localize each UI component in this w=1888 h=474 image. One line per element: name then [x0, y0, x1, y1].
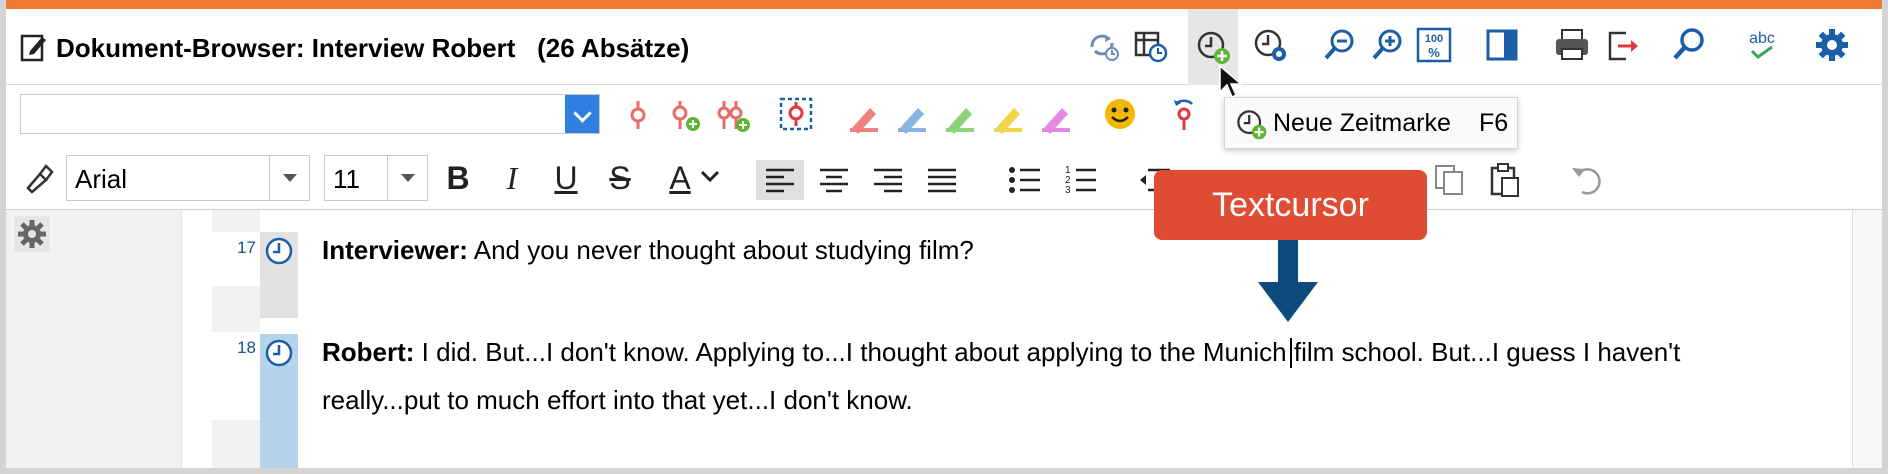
window-frame — [0, 0, 1888, 474]
